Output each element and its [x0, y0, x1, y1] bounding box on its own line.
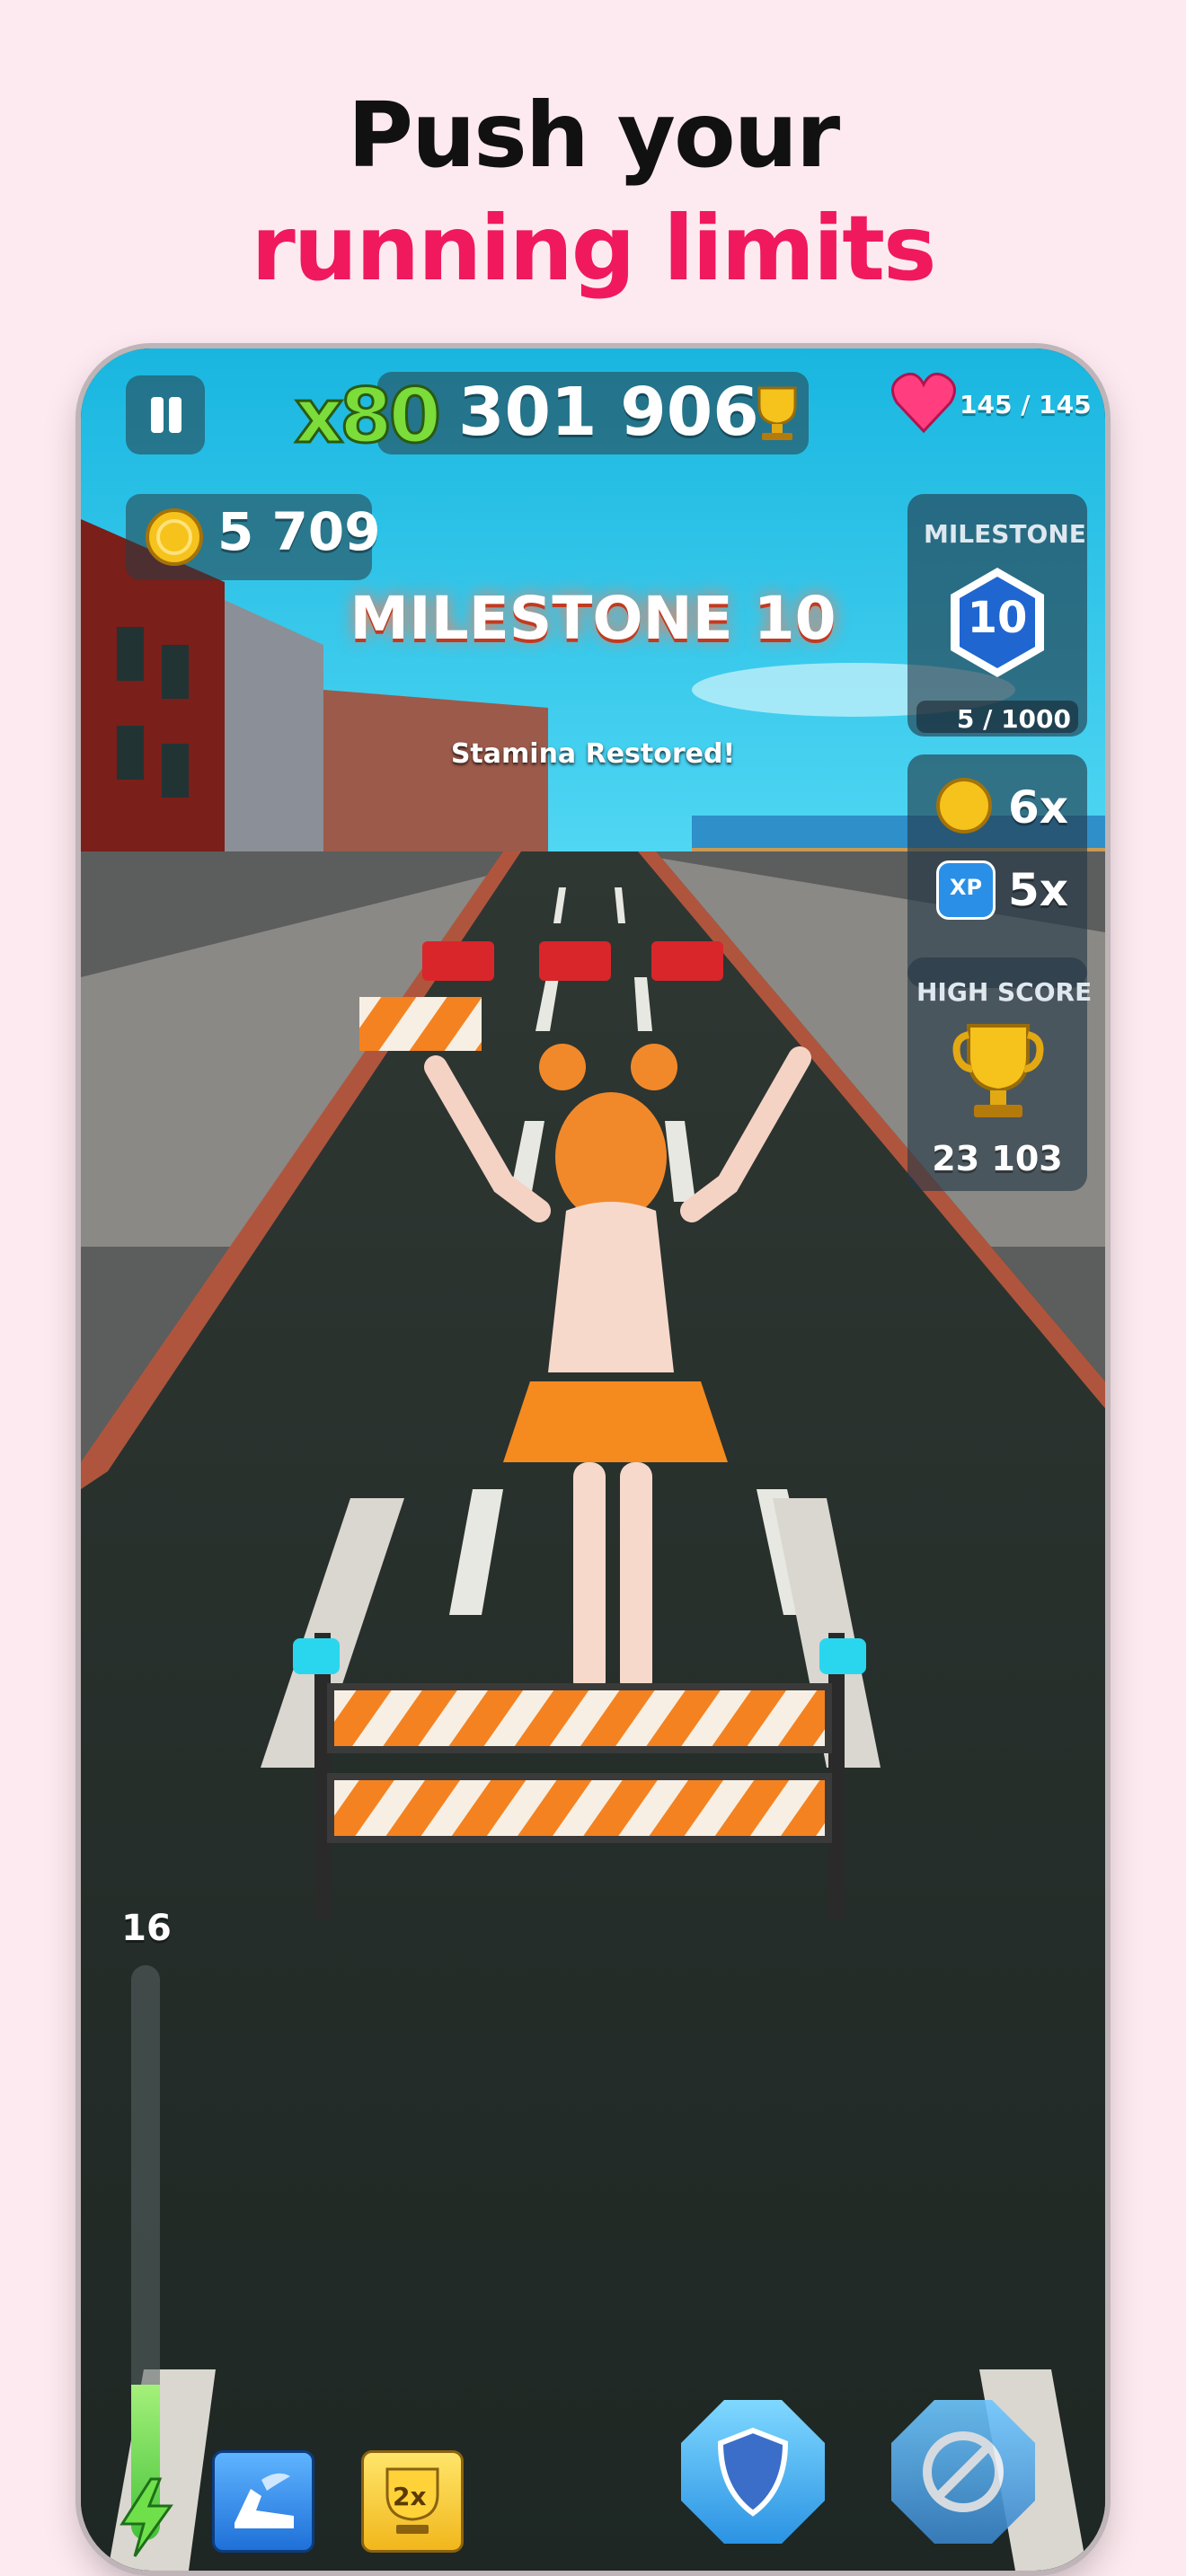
- coin-multiplier-icon: [936, 778, 992, 834]
- game-screen[interactable]: x80 301 906 145 / 145 5 709 MILESTONE 10…: [81, 348, 1105, 2571]
- trophy-icon: [757, 386, 797, 440]
- high-score-value: 23 103: [932, 1139, 1063, 1178]
- double-score-label: 2x: [393, 2482, 427, 2511]
- boost-level: 16: [121, 1908, 172, 1949]
- lightning-icon: [119, 2477, 173, 2557]
- winged-shoe-powerup[interactable]: [212, 2450, 314, 2553]
- coin-icon: [146, 508, 203, 566]
- no-boost-icon: [923, 2431, 1004, 2512]
- high-score-label: HIGH SCORE: [916, 977, 1093, 1007]
- coins-value: 5 709: [217, 501, 381, 562]
- milestone-progress: 5 / 1000: [956, 704, 1071, 734]
- score-value: 301 906: [458, 374, 759, 451]
- shield-button[interactable]: [681, 2400, 825, 2544]
- score-multiplier: x80: [293, 371, 442, 462]
- headline-line-2: running limits: [251, 196, 936, 301]
- xp-badge: XP: [949, 875, 983, 900]
- high-score-trophy-icon: [952, 1024, 1044, 1117]
- heart-icon: [891, 372, 956, 434]
- headline-line-1: Push your: [347, 83, 840, 188]
- boost-button[interactable]: [891, 2400, 1035, 2544]
- shield-icon: [717, 2427, 789, 2517]
- stamina-restored-message: Stamina Restored!: [450, 738, 736, 770]
- milestone-banner: MILESTONE 10: [350, 584, 836, 653]
- coin-multiplier: 6x: [1008, 781, 1069, 834]
- double-score-powerup[interactable]: 2x: [361, 2450, 464, 2553]
- stamina-value: 145 / 145: [960, 390, 1092, 419]
- pause-button[interactable]: [126, 375, 205, 454]
- xp-multiplier: 5x: [1008, 864, 1069, 916]
- winged-shoe-icon: [235, 2473, 294, 2528]
- milestone-label: MILESTONE: [924, 519, 1086, 549]
